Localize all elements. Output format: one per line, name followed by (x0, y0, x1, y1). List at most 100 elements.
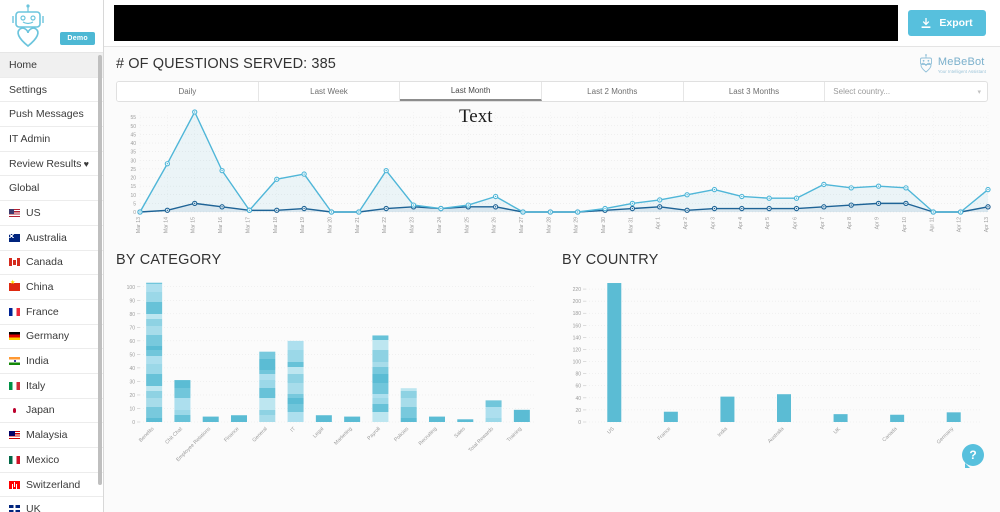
svg-text:Apr 9: Apr 9 (875, 217, 881, 230)
tab-last-3-months[interactable]: Last 3 Months (683, 82, 826, 101)
sidebar-item-japan[interactable]: Japan (0, 399, 103, 424)
sidebar-item-label: Home (9, 58, 38, 71)
sidebar-scrollbar[interactable] (98, 55, 102, 485)
tab-last-week[interactable]: Last Week (258, 82, 401, 101)
svg-text:Apr 7: Apr 7 (820, 217, 826, 230)
flag-icon-us (9, 208, 20, 217)
by-country-panel: BY COUNTRY 0 20 40 60 80 100 120 140 160 180 200 22… (560, 252, 994, 474)
export-button[interactable]: Export (908, 10, 986, 36)
sidebar-item-france[interactable]: France (0, 300, 103, 325)
redacted-search-field[interactable] (114, 5, 898, 41)
svg-text:Mar 20: Mar 20 (327, 217, 333, 233)
svg-text:Sales: Sales (453, 426, 467, 440)
svg-text:IT: IT (289, 426, 297, 434)
sidebar-item-germany[interactable]: Germany (0, 325, 103, 350)
flag-icon-china (9, 280, 20, 292)
svg-text:Recruiting: Recruiting (418, 426, 439, 447)
by-country-title: BY COUNTRY (562, 252, 659, 268)
svg-text:Mar 21: Mar 21 (355, 217, 361, 233)
svg-text:Apr 12: Apr 12 (957, 217, 963, 232)
svg-text:Apr 11: Apr 11 (929, 217, 935, 232)
svg-text:Apr 6: Apr 6 (793, 217, 799, 230)
svg-text:60: 60 (575, 384, 581, 390)
svg-text:Finance: Finance (223, 426, 240, 443)
svg-text:UK: UK (833, 426, 843, 436)
svg-text:160: 160 (573, 323, 582, 329)
help-button[interactable]: ? (962, 444, 984, 468)
svg-text:Policies: Policies (393, 426, 410, 443)
flag-icon-switzerland (9, 480, 20, 489)
line-chart-svg: 0 5 10 15 20 25 30 35 40 45 50 55 Mar 13 Mar 14 Mar 15… (130, 109, 991, 233)
flag-icon-france (9, 307, 20, 316)
sidebar-item-us[interactable]: US (0, 201, 103, 226)
svg-text:180: 180 (573, 311, 582, 317)
sidebar-item-review-results[interactable]: Review Results ♥ (0, 152, 103, 177)
svg-text:Benefits: Benefits (138, 426, 156, 444)
sidebar-item-label: Settings (9, 83, 47, 96)
svg-text:Chit Chat: Chit Chat (164, 426, 184, 446)
svg-text:Mar 31: Mar 31 (628, 217, 634, 233)
svg-text:55: 55 (130, 115, 136, 121)
svg-text:Apr 3: Apr 3 (710, 217, 716, 230)
svg-text:France: France (657, 426, 673, 442)
svg-text:Mar 19: Mar 19 (300, 217, 306, 233)
flag-icon-uk (9, 505, 20, 512)
sidebar-item-malaysia[interactable]: Malaysia (0, 423, 103, 448)
export-label: Export (939, 17, 973, 29)
sidebar-item-italy[interactable]: Italy (0, 374, 103, 399)
svg-text:Mar 13: Mar 13 (136, 217, 142, 233)
svg-text:50: 50 (129, 352, 135, 358)
by-category-panel: BY CATEGORY 0 10 20 30 40 50 60 70 80 90 100 Benefi… (114, 252, 548, 474)
sidebar-item-china[interactable]: China (0, 275, 103, 300)
sidebar-item-settings[interactable]: Settings (0, 78, 103, 103)
sidebar-item-label: US (26, 206, 41, 219)
sidebar-brand: Demo (0, 0, 103, 53)
sidebar-item-mexico[interactable]: Mexico (0, 448, 103, 473)
sidebar-item-label: Australia (26, 231, 67, 244)
sidebar-item-label: Malaysia (26, 429, 68, 442)
country-bar-chart-svg: 0 20 40 60 80 100 120 140 160 180 200 220 US France In… (573, 283, 982, 446)
sidebar-item-label: India (26, 355, 49, 368)
svg-text:Apr 4: Apr 4 (738, 217, 744, 230)
sidebar-item-label: Germany (26, 330, 70, 343)
sidebar-item-switzerland[interactable]: Switzerland (0, 473, 103, 498)
sidebar-item-home[interactable]: Home (0, 53, 103, 78)
svg-text:Mar 26: Mar 26 (492, 217, 498, 233)
tab-last-2-months[interactable]: Last 2 Months (541, 82, 684, 101)
sidebar-item-australia[interactable]: Australia (0, 226, 103, 251)
mebebot-brand-logo: MeBeBot Your Intelligent Assistant (917, 53, 986, 74)
flag-icon-mexico (9, 455, 20, 464)
svg-text:40: 40 (575, 396, 581, 402)
sidebar-item-india[interactable]: India (0, 349, 103, 374)
svg-text:Canada: Canada (881, 426, 898, 443)
sidebar-item-label: Review Results (9, 157, 82, 170)
sidebar-item-canada[interactable]: Canada (0, 251, 103, 276)
sidebar-item-label: China (26, 281, 54, 294)
svg-text:Mar 16: Mar 16 (218, 217, 224, 233)
svg-text:Mar 24: Mar 24 (437, 217, 443, 233)
svg-text:Mar 22: Mar 22 (382, 217, 388, 233)
text-overlay-label: Text (459, 106, 493, 127)
sidebar-item-uk[interactable]: UK (0, 497, 103, 512)
sidebar-item-label: UK (26, 503, 41, 512)
svg-text:US: US (606, 426, 616, 436)
sidebar-item-push-messages[interactable]: Push Messages (0, 102, 103, 128)
svg-text:Mar 14: Mar 14 (163, 217, 169, 233)
demo-badge: Demo (60, 32, 95, 45)
svg-text:Mar 15: Mar 15 (191, 217, 197, 233)
page-title: # OF QUESTIONS SERVED: 385 (116, 56, 336, 72)
dashboard-app: Demo Home Settings Push Messages IT Admi… (0, 0, 1000, 512)
tab-daily[interactable]: Daily (117, 82, 259, 101)
svg-text:Mar 29: Mar 29 (574, 217, 580, 233)
country-select-placeholder: Select country... (833, 87, 891, 96)
sidebar-item-global[interactable]: Global (0, 176, 103, 202)
flag-icon-germany (9, 332, 20, 341)
svg-text:Mar 18: Mar 18 (273, 217, 279, 233)
tab-last-month[interactable]: Last Month (400, 82, 542, 101)
svg-text:Apr 2: Apr 2 (683, 217, 689, 230)
country-select-dropdown[interactable]: Select country... ▾ (825, 82, 987, 101)
sidebar-item-it-admin[interactable]: IT Admin (0, 127, 103, 152)
svg-text:Apr 8: Apr 8 (847, 217, 853, 230)
svg-text:Apr 13: Apr 13 (984, 217, 990, 232)
svg-text:5: 5 (133, 201, 136, 207)
